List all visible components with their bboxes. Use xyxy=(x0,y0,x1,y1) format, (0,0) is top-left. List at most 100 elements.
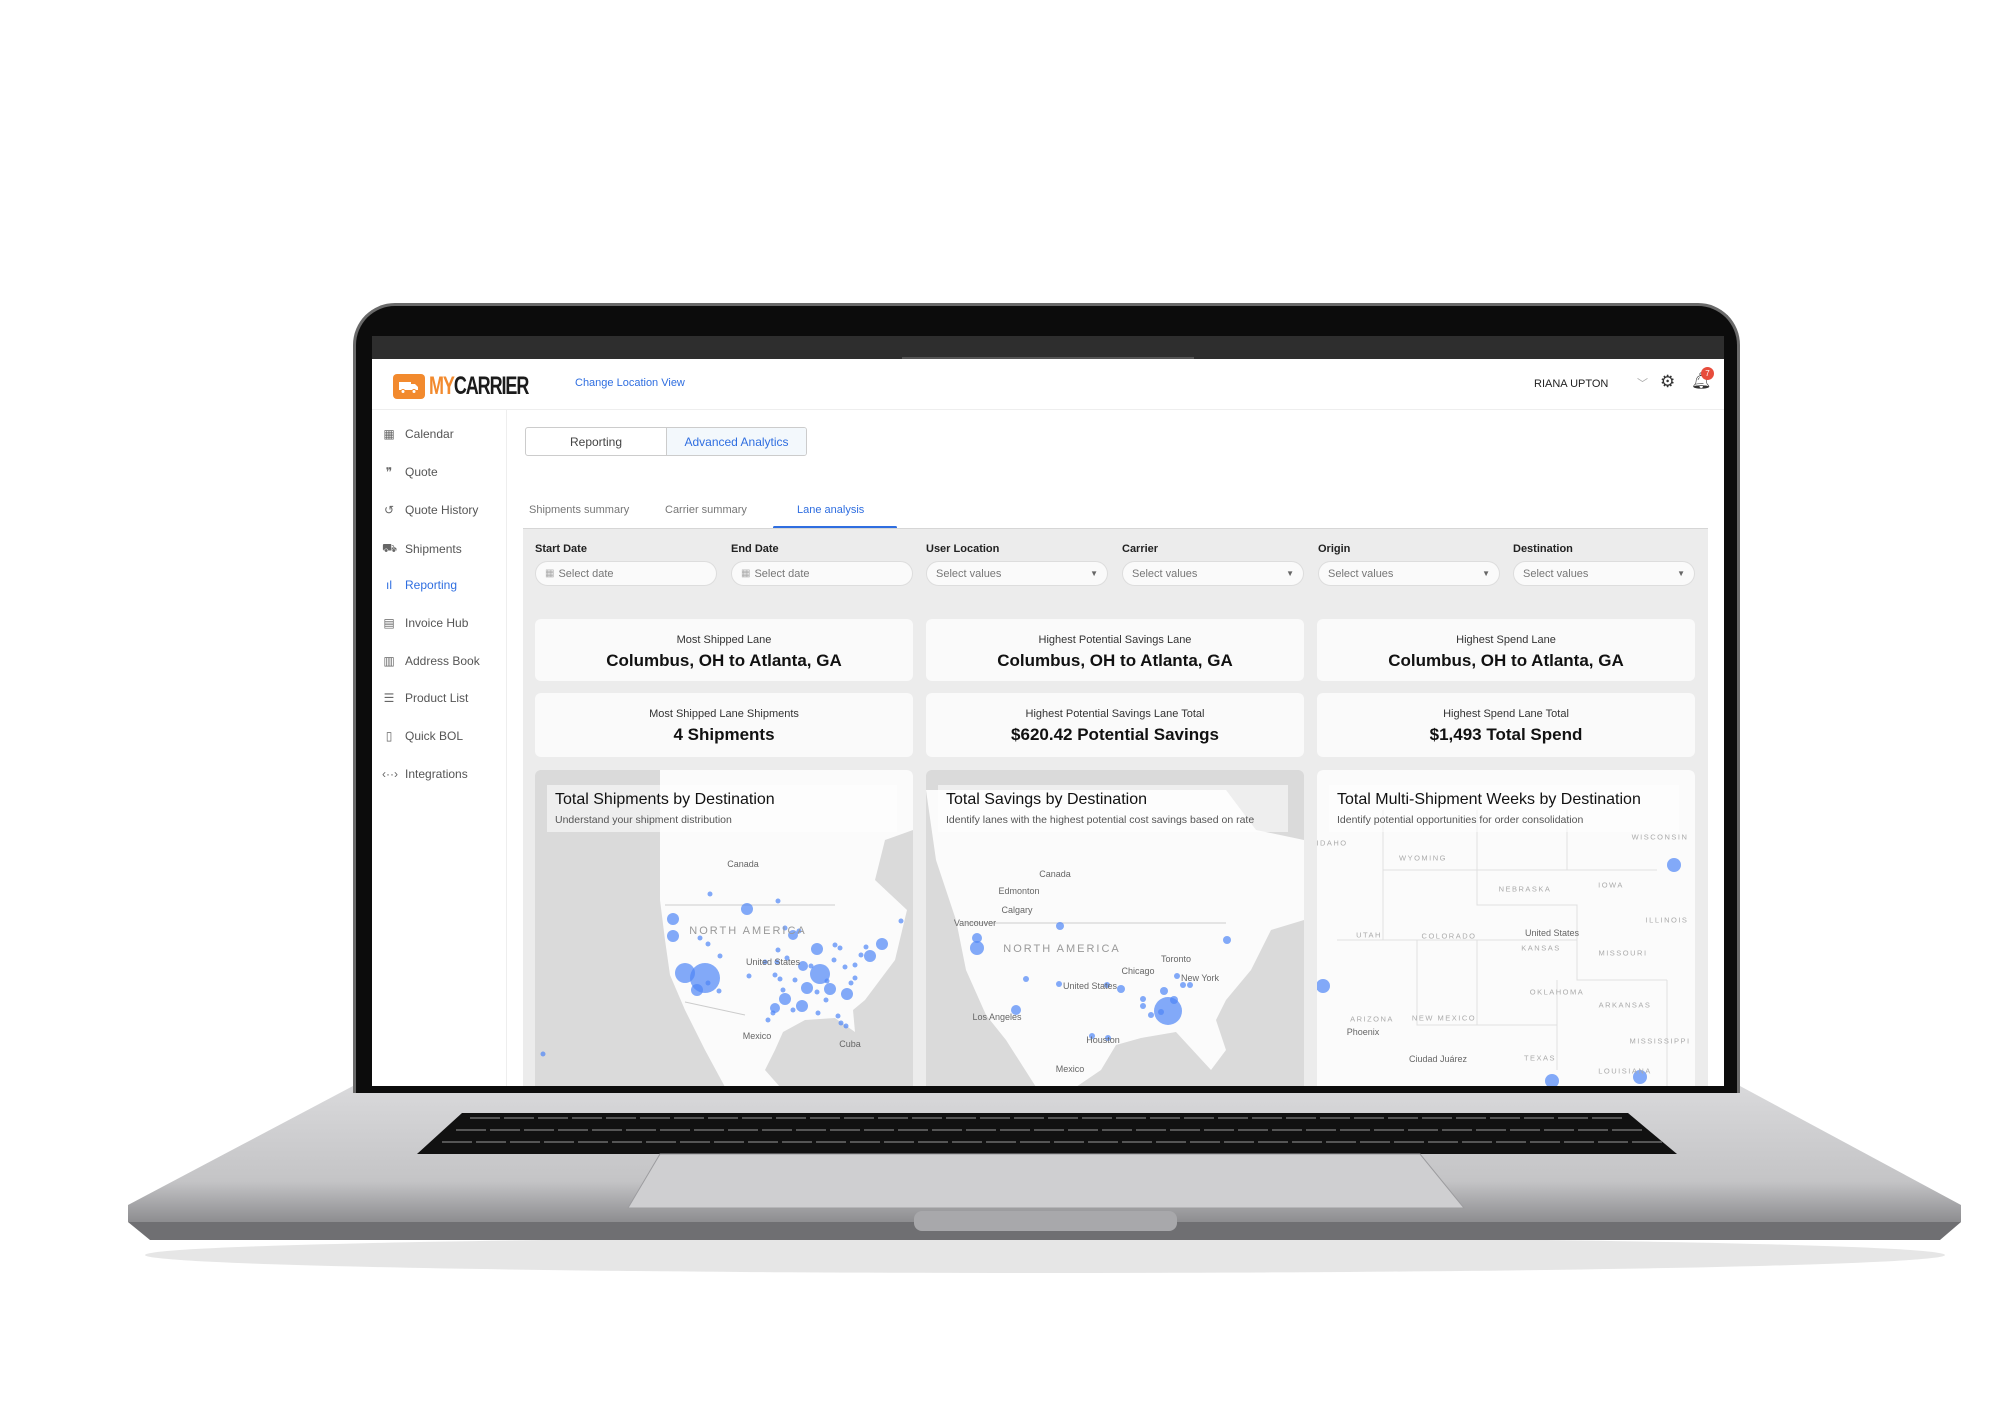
chevron-down-icon[interactable]: ﹀ xyxy=(1637,375,1648,391)
destination-bubble[interactable] xyxy=(770,1010,776,1016)
destination-bubble[interactable] xyxy=(824,983,836,995)
sidebar-item-quote-history[interactable]: ↺ Quote History xyxy=(382,503,478,517)
destination-bubble[interactable] xyxy=(898,918,904,924)
tab-reporting[interactable]: Reporting xyxy=(526,428,666,455)
destination-bubble[interactable] xyxy=(837,945,843,951)
destination-bubble[interactable] xyxy=(841,988,853,1000)
destination-bubble[interactable] xyxy=(772,972,778,978)
tab-advanced-analytics[interactable]: Advanced Analytics xyxy=(666,428,806,455)
end-date-date-picker[interactable]: ▦ Select date xyxy=(731,561,913,586)
destination-bubble[interactable] xyxy=(777,976,783,982)
sidebar-item-shipments[interactable]: ⛟ Shipments xyxy=(382,541,462,557)
destination-bubble[interactable] xyxy=(1023,976,1029,982)
destination-bubble[interactable] xyxy=(970,941,984,955)
destination-bubble[interactable] xyxy=(848,980,854,986)
book-icon: ▥ xyxy=(383,654,395,668)
sidebar-item-reporting[interactable]: ıl Reporting xyxy=(382,578,457,592)
origin-select[interactable]: Select values ▼ xyxy=(1318,561,1500,586)
sidebar-item-quick-bol[interactable]: ▯ Quick BOL xyxy=(382,729,463,743)
destination-bubble[interactable] xyxy=(780,987,786,993)
carrier-select[interactable]: Select values ▼ xyxy=(1122,561,1304,586)
gear-icon[interactable]: ⚙ xyxy=(1660,372,1675,392)
destination-bubble[interactable] xyxy=(842,964,848,970)
map-label: Mexico xyxy=(1055,1064,1085,1074)
destination-bubble[interactable] xyxy=(838,1020,844,1026)
destination-bubble[interactable] xyxy=(716,988,722,994)
destination-bubble[interactable] xyxy=(863,944,869,950)
destination-bubble[interactable] xyxy=(707,891,713,897)
destination-bubble[interactable] xyxy=(1140,996,1146,1002)
destination-bubble[interactable] xyxy=(824,978,830,984)
destination-bubble[interactable] xyxy=(667,913,679,925)
destination-bubble[interactable] xyxy=(1170,996,1178,1004)
destination-bubble[interactable] xyxy=(775,898,781,904)
map-subtitle: Identify lanes with the highest potentia… xyxy=(946,814,1255,826)
destination-select[interactable]: Select values ▼ xyxy=(1513,561,1695,586)
destination-bubble[interactable] xyxy=(831,957,837,963)
destination-bubble[interactable] xyxy=(1160,987,1168,995)
sidebar-item-invoice-hub[interactable]: ▤ Invoice Hub xyxy=(382,616,468,630)
destination-bubble[interactable] xyxy=(858,952,864,958)
destination-bubble[interactable] xyxy=(814,989,820,995)
destination-bubble[interactable] xyxy=(1158,1009,1164,1015)
destination-bubble[interactable] xyxy=(796,1000,808,1012)
destination-bubble[interactable] xyxy=(1148,1012,1154,1018)
start-date-date-picker[interactable]: ▦ Select date xyxy=(535,561,717,586)
destination-bubble[interactable] xyxy=(852,975,858,981)
destination-bubble[interactable] xyxy=(801,982,813,994)
kpi-title: Highest Potential Savings Lane xyxy=(1038,634,1192,646)
sidebar-item-quote[interactable]: ❞ Quote xyxy=(382,465,438,479)
destination-bubble[interactable] xyxy=(832,942,838,948)
destination-bubble[interactable] xyxy=(775,947,781,953)
tab-carrier-summary[interactable]: Carrier summary xyxy=(665,504,747,516)
filter-start-date: Start Date ▦ Select date xyxy=(535,543,717,586)
destination-bubble[interactable] xyxy=(705,941,711,947)
destination-bubble[interactable] xyxy=(691,984,703,996)
destination-bubble[interactable] xyxy=(843,1023,849,1029)
destination-bubble[interactable] xyxy=(1223,936,1231,944)
destination-bubble[interactable] xyxy=(852,962,858,968)
destination-bubble[interactable] xyxy=(1667,858,1681,872)
destination-bubble[interactable] xyxy=(823,997,829,1003)
sidebar-item-address-book[interactable]: ▥ Address Book xyxy=(382,654,479,668)
map-label: MISSISSIPPI xyxy=(1629,1036,1691,1046)
destination-bubble[interactable] xyxy=(675,963,695,983)
destination-bubble[interactable] xyxy=(1174,973,1180,979)
destination-bubble[interactable] xyxy=(705,980,711,986)
destination-bubble[interactable] xyxy=(1056,981,1062,987)
destination-bubble[interactable] xyxy=(746,973,752,979)
sidebar-item-calendar[interactable]: ▦ Calendar xyxy=(382,427,453,441)
destination-bubble[interactable] xyxy=(792,977,798,983)
destination-bubble[interactable] xyxy=(741,903,753,915)
user-location-select[interactable]: Select values ▼ xyxy=(926,561,1108,586)
tab-shipments-summary[interactable]: Shipments summary xyxy=(529,504,629,516)
destination-bubble[interactable] xyxy=(808,963,814,969)
destination-bubble[interactable] xyxy=(811,943,823,955)
sidebar-item-product-list[interactable]: ☰ Product List xyxy=(382,691,469,705)
map-subtitle: Understand your shipment distribution xyxy=(555,814,732,826)
destination-bubble[interactable] xyxy=(815,1010,821,1016)
destination-bubble[interactable] xyxy=(1117,985,1125,993)
destination-bubble[interactable] xyxy=(779,993,791,1005)
sidebar-item-integrations[interactable]: ‹··› Integrations xyxy=(382,767,468,781)
destination-bubble[interactable] xyxy=(1140,1003,1146,1009)
map-label: Calgary xyxy=(1001,905,1033,915)
destination-bubble[interactable] xyxy=(667,930,679,942)
destination-bubble[interactable] xyxy=(540,1051,546,1057)
mycarrier-logo[interactable]: MYCARRIER xyxy=(393,372,567,401)
caret-down-icon: ▼ xyxy=(1286,569,1294,578)
tab-lane-analysis[interactable]: Lane analysis xyxy=(797,504,864,516)
destination-bubble[interactable] xyxy=(864,950,876,962)
destination-bubble[interactable] xyxy=(717,953,723,959)
user-name[interactable]: RIANA UPTON xyxy=(1534,378,1608,390)
destination-bubble[interactable] xyxy=(835,1013,841,1019)
destination-bubble[interactable] xyxy=(765,1017,771,1023)
destination-bubble[interactable] xyxy=(790,1007,796,1013)
destination-bubble[interactable] xyxy=(1056,922,1064,930)
destination-bubble[interactable] xyxy=(876,938,888,950)
destination-bubble[interactable] xyxy=(972,933,982,943)
placeholder: Select date xyxy=(558,567,614,580)
calendar-icon: ▦ xyxy=(545,568,555,579)
change-location-view-link[interactable]: Change Location View xyxy=(575,377,685,389)
kpi-title: Highest Spend Lane xyxy=(1456,634,1556,646)
